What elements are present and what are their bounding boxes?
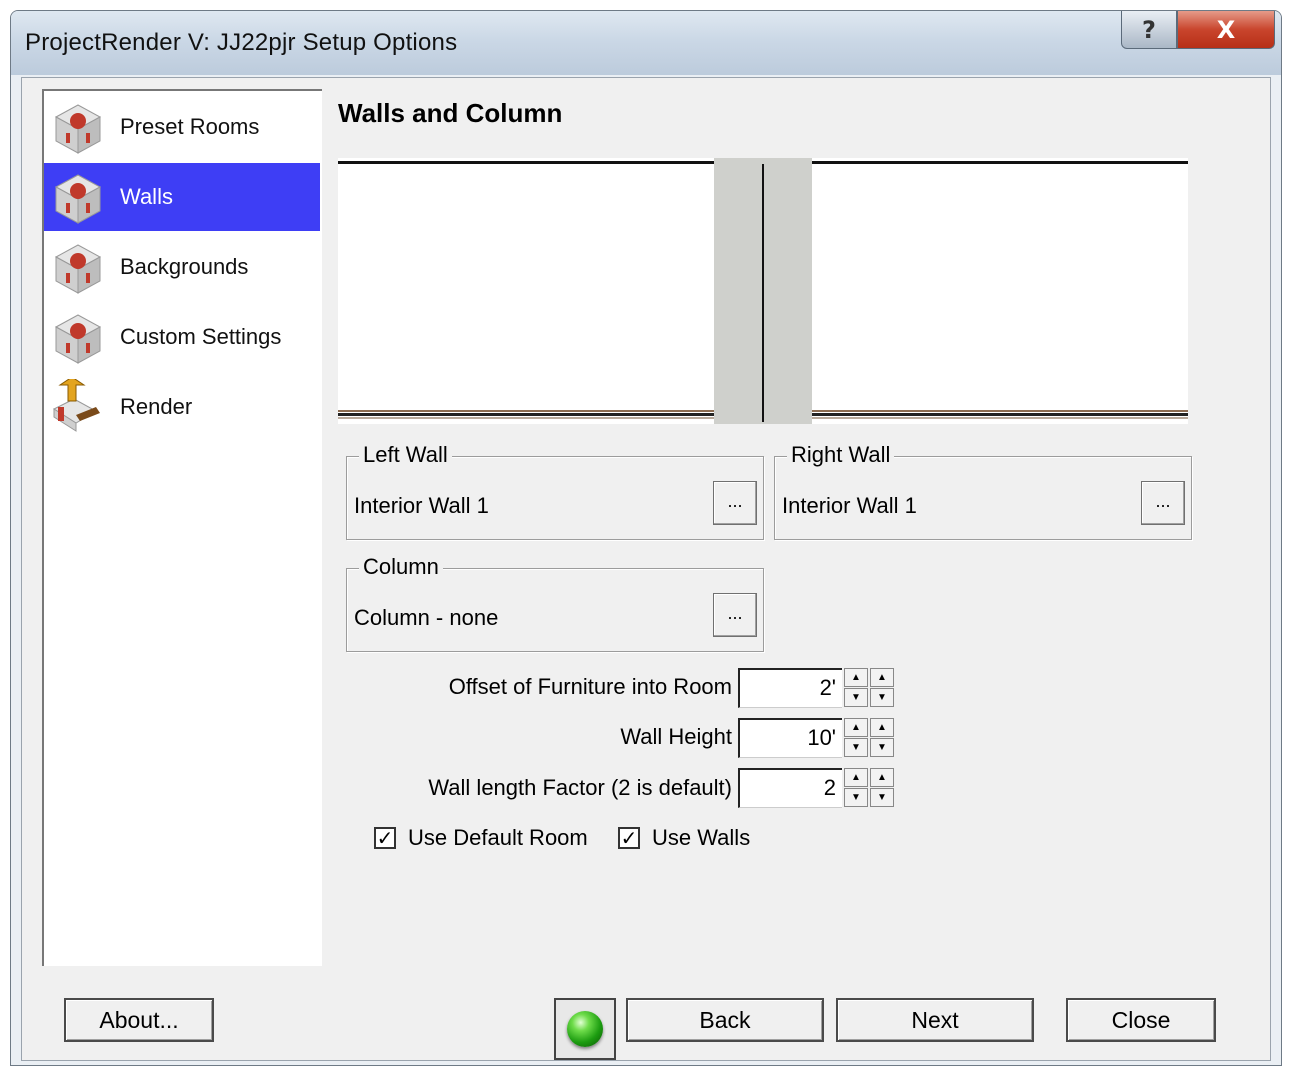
sidebar-item-walls[interactable]: Walls [44,163,320,231]
wall-length-down-large-button[interactable]: ▼ [870,788,894,807]
wall-length-label: Wall length Factor (2 is default) [428,775,732,800]
sidebar-item-backgrounds[interactable]: Backgrounds [44,233,320,301]
title-bar[interactable]: ProjectRender V: JJ22pjr Setup Options ?… [11,11,1281,75]
column-browse-button[interactable]: ... [713,593,757,637]
sidebar-item-label: Render [120,394,193,419]
wall-height-up-small-button[interactable]: ▲ [844,718,868,737]
wall-length-up-small-button[interactable]: ▲ [844,768,868,787]
checkmark-icon: ✓ [374,826,396,850]
right-wall-legend: Right Wall [787,442,895,468]
wall-height-down-small-button[interactable]: ▼ [844,738,868,757]
wall-height-label: Wall Height [620,724,732,749]
room-cube-icon [48,239,108,295]
render-arrow-icon [48,376,108,435]
about-button[interactable]: About... [64,998,214,1042]
sidebar-item-label: Walls [120,184,173,209]
offset-down-large-button[interactable]: ▼ [870,688,894,707]
close-window-button[interactable]: X [1177,11,1275,49]
wall-height-down-large-button[interactable]: ▼ [870,738,894,757]
column-group: Column Column - none ... [346,554,764,652]
room-cube-icon [48,169,108,225]
room-cube-icon [48,309,108,365]
wall-height-input[interactable]: 10' [738,718,842,758]
offset-label: Offset of Furniture into Room [448,674,732,699]
wall-preview [338,158,1188,424]
sidebar-nav: Preset Rooms Walls Backgrounds Custom Se… [42,89,322,966]
offset-input[interactable]: 2' [738,668,842,708]
checkmark-icon: ✓ [618,826,640,850]
use-walls-label: Use Walls [652,825,751,850]
left-wall-browse-button[interactable]: ... [713,481,757,525]
dialog-client-area: Preset Rooms Walls Backgrounds Custom Se… [21,77,1271,1061]
sidebar-item-custom-settings[interactable]: Custom Settings [44,303,320,371]
window-title: ProjectRender V: JJ22pjr Setup Options [25,29,458,56]
offset-down-small-button[interactable]: ▼ [844,688,868,707]
setup-options-window: ProjectRender V: JJ22pjr Setup Options ?… [10,10,1282,1066]
right-wall-group: Right Wall Interior Wall 1 ... [774,442,1192,540]
left-wall-value: Interior Wall 1 [354,493,489,518]
wall-length-down-small-button[interactable]: ▼ [844,788,868,807]
room-cube-icon [48,99,108,155]
offset-spinner: ▲ ▼ ▲ ▼ [844,668,896,710]
left-wall-group: Left Wall Interior Wall 1 ... [346,442,764,540]
sidebar-item-label: Backgrounds [120,254,249,279]
left-wall-legend: Left Wall [359,442,452,468]
back-button[interactable]: Back [626,998,824,1042]
sidebar-item-preset-rooms[interactable]: Preset Rooms [44,93,320,161]
right-wall-browse-button[interactable]: ... [1141,481,1185,525]
status-indicator [554,998,616,1060]
section-title: Walls and Column [338,98,563,128]
column-legend: Column [359,554,443,580]
sidebar-item-label: Preset Rooms [120,114,260,139]
offset-up-large-button[interactable]: ▲ [870,668,894,687]
next-button[interactable]: Next [836,998,1034,1042]
close-button[interactable]: Close [1066,998,1216,1042]
offset-up-small-button[interactable]: ▲ [844,668,868,687]
use-default-room-label: Use Default Room [408,825,588,850]
wall-length-input[interactable]: 2 [738,768,842,808]
right-wall-value: Interior Wall 1 [782,493,917,518]
column-value: Column - none [354,605,499,630]
use-default-room-checkbox[interactable]: ✓ Use Default Room [374,825,588,851]
wall-length-up-large-button[interactable]: ▲ [870,768,894,787]
help-button[interactable]: ? [1121,11,1177,49]
sidebar-item-render[interactable]: Render [44,373,320,441]
wall-height-up-large-button[interactable]: ▲ [870,718,894,737]
use-walls-checkbox[interactable]: ✓ Use Walls [618,825,750,851]
green-light-icon [567,1011,603,1047]
sidebar-item-label: Custom Settings [120,324,282,349]
wall-height-spinner: ▲ ▼ ▲ ▼ [844,718,896,760]
wall-length-spinner: ▲ ▼ ▲ ▼ [844,768,896,810]
